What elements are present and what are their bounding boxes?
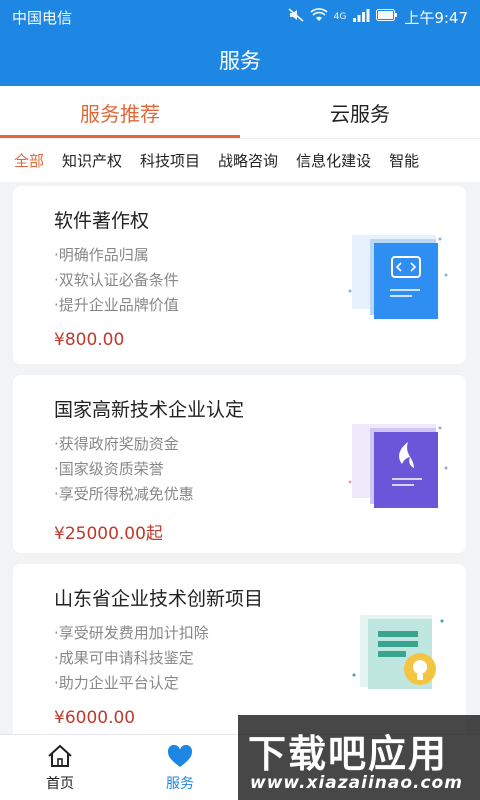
service-list: 软件著作权 ·明确作品归属 ·双软认证必备条件 ·提升企业品牌价值 ¥800.0… (0, 182, 480, 734)
service-feature: ·享受研发费用加计扣除 (54, 624, 209, 642)
network-type-label: 4G (333, 12, 347, 22)
category-bar: 全部 知识产权 科技项目 战略咨询 信息化建设 智能 (0, 138, 480, 182)
service-price: ¥25000.00起 (54, 524, 163, 544)
service-feature: ·享受所得税减免优惠 (54, 485, 194, 503)
flame-document-icon (348, 424, 448, 508)
watermark-url: www.xiazaiinao.com (250, 773, 463, 793)
signal-icon (352, 8, 370, 26)
status-bar: 中国电信 4G 上午9:47 (0, 0, 480, 34)
category-it-building[interactable]: 信息化建设 (287, 150, 380, 171)
service-tabs: 服务推荐 云服务 (0, 86, 480, 138)
home-icon (48, 744, 72, 767)
service-card[interactable]: 国家高新技术企业认定 ·获得政府奖励资金 ·国家级资质荣誉 ·享受所得税减免优惠… (13, 375, 466, 553)
nav-label: 首页 (46, 775, 74, 792)
lightbulb-document-icon (352, 615, 444, 689)
category-smart[interactable]: 智能 (380, 150, 428, 171)
tab-label: 云服务 (330, 101, 390, 126)
service-title: 山东省企业技术创新项目 (54, 588, 264, 610)
service-feature: ·双软认证必备条件 (54, 271, 179, 289)
service-card[interactable]: 软件著作权 ·明确作品归属 ·双软认证必备条件 ·提升企业品牌价值 ¥800.0… (13, 186, 466, 364)
service-feature: ·国家级资质荣誉 (54, 460, 164, 478)
tab-cloud-service[interactable]: 云服务 (240, 86, 480, 138)
service-title: 国家高新技术企业认定 (54, 399, 245, 421)
watermark: 下载吧应用 www.xiazaiinao.com (238, 715, 480, 800)
service-feature: ·明确作品归属 (54, 246, 149, 264)
code-document-icon (348, 235, 448, 319)
category-strategy[interactable]: 战略咨询 (209, 150, 287, 171)
nav-label: 服务 (166, 775, 194, 792)
battery-icon (376, 9, 398, 25)
service-card[interactable]: 山东省企业技术创新项目 ·享受研发费用加计扣除 ·成果可申请科技鉴定 ·助力企业… (13, 564, 466, 734)
mute-icon (288, 8, 304, 26)
status-icons: 4G 上午9:47 (288, 7, 468, 28)
nav-home[interactable]: 首页 (0, 735, 120, 800)
clock-label: 上午9:47 (404, 8, 468, 27)
service-feature: ·助力企业平台认定 (54, 674, 179, 692)
service-feature: ·提升企业品牌价值 (54, 296, 179, 314)
tab-recommended[interactable]: 服务推荐 (0, 86, 240, 138)
tab-label: 服务推荐 (80, 101, 160, 126)
heart-icon (167, 744, 193, 767)
service-price: ¥800.00 (54, 330, 125, 350)
service-feature: ·成果可申请科技鉴定 (54, 649, 194, 667)
wifi-icon (310, 8, 328, 26)
carrier-label: 中国电信 (12, 8, 73, 27)
nav-service[interactable]: 服务 (120, 735, 240, 800)
service-price: ¥6000.00 (54, 708, 136, 728)
category-all[interactable]: 全部 (0, 150, 53, 171)
watermark-title: 下载吧应用 (248, 732, 449, 776)
app-bar: 服务 (0, 34, 480, 86)
service-feature: ·获得政府奖励资金 (54, 435, 179, 453)
category-ip[interactable]: 知识产权 (53, 150, 131, 171)
service-title: 软件著作权 (54, 210, 150, 232)
category-tech-project[interactable]: 科技项目 (131, 150, 209, 171)
page-title: 服务 (219, 49, 261, 73)
